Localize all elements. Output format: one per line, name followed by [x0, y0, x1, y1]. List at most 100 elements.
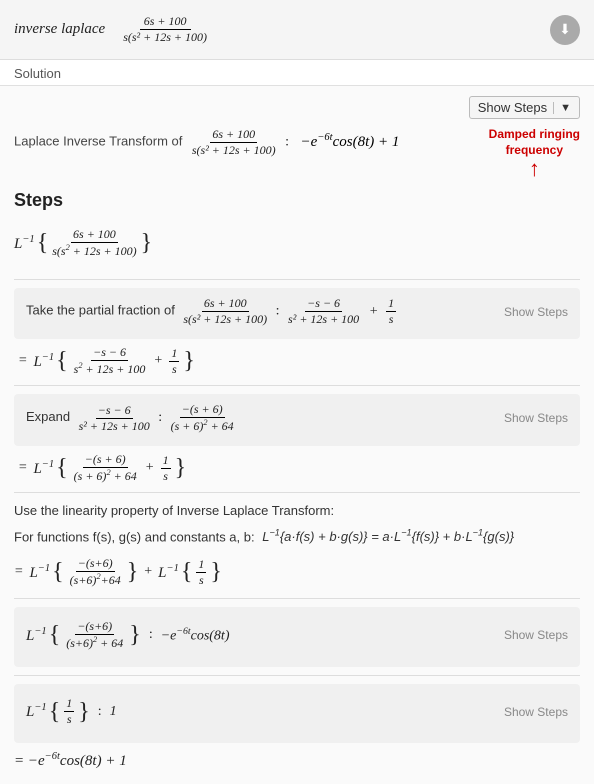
step2-frac: −s − 6 s² + 12s + 100	[77, 403, 152, 434]
show-steps-arrow-icon: ▼	[553, 102, 571, 114]
formula-fraction: 6s + 100 s(s² + 12s + 100)	[119, 14, 211, 45]
step1-eq-f2-den: s	[170, 362, 179, 377]
step0-frac-num: 6s + 100	[71, 227, 118, 243]
step2-desc: Expand −s − 6 s² + 12s + 100 : −(s + 6) …	[26, 402, 239, 434]
annotation-arrow-icon: ↑	[529, 158, 540, 180]
divider-1	[14, 279, 580, 280]
step0-block: L−1 { 6s + 100 s(s2 + 12s + 100) }	[14, 217, 580, 269]
step3-desc: L−1 { −(s+6) (s+6)2 + 64 } : −e−6tcos(8t…	[26, 619, 504, 651]
step2-desc-prefix: Expand	[26, 409, 70, 424]
download-icon: ⬇	[559, 21, 571, 38]
step2-L: L−1	[33, 459, 54, 478]
step3-frac-den: (s+6)2 + 64	[64, 635, 125, 651]
linearity-result-row: = L−1 { −(s+6) (s+6)2+64 } + L−1 { 1 s }	[14, 556, 580, 588]
annotation-box: Damped ringing frequency ↑	[489, 127, 580, 180]
step3-brace-close: }	[129, 623, 141, 647]
step4-card: L−1 { 1 s } : 1 Show Steps	[14, 684, 580, 743]
step1-result-frac2: 1 s	[386, 296, 396, 327]
step2-colon: :	[158, 410, 162, 425]
lin-brace2-close: }	[210, 560, 222, 584]
step4-colon: :	[98, 704, 102, 720]
step3-frac: −(s+6) (s+6)2 + 64	[64, 619, 125, 651]
linearity-desc-row: For functions f(s), g(s) and constants a…	[14, 526, 580, 548]
step2-result-frac: −(s + 6) (s + 6)2 + 64	[169, 402, 236, 434]
step2-header: Expand −s − 6 s² + 12s + 100 : −(s + 6) …	[26, 402, 568, 434]
step3-card: L−1 { −(s+6) (s+6)2 + 64 } : −e−6tcos(8t…	[14, 607, 580, 667]
laplace-prefix-text: Laplace Inverse Transform of	[14, 134, 182, 149]
step4-result: 1	[110, 704, 117, 720]
step3-header: L−1 { −(s+6) (s+6)2 + 64 } : −e−6tcos(8t…	[26, 615, 568, 655]
step2-result-row: = L−1 { −(s + 6) (s + 6)2 + 64 + 1 s }	[18, 452, 580, 484]
divider-5	[14, 675, 580, 676]
linearity-desc-text: For functions f(s), g(s) and constants a…	[14, 529, 255, 544]
laplace-result-row: Laplace Inverse Transform of 6s + 100 s(…	[14, 127, 580, 180]
step3-brace-open: {	[49, 623, 61, 647]
step1-r-num: −s − 6	[305, 296, 342, 312]
step4-header: L−1 { 1 s } : 1 Show Steps	[26, 692, 568, 731]
laplace-frac-den: s(s² + 12s + 100)	[190, 143, 278, 158]
final-answer-row: = −e−6tcos(8t) + 1	[14, 751, 580, 770]
step3-result: −e−6tcos(8t)	[161, 626, 230, 645]
step4-brace-close: }	[78, 700, 90, 724]
step1-desc: Take the partial fraction of 6s + 100 s(…	[26, 296, 399, 327]
lin-L1: L−1	[29, 563, 50, 582]
step0-frac-den: s(s2 + 12s + 100)	[50, 243, 138, 259]
step4-frac: 1 s	[64, 696, 74, 727]
step2-show-steps[interactable]: Show Steps	[504, 411, 568, 425]
laplace-colon: :	[285, 135, 289, 150]
step1-eq-frac1: −s − 6 s2 + 12s + 100	[72, 345, 148, 377]
step3-show-steps[interactable]: Show Steps	[504, 628, 568, 642]
step1-header: Take the partial fraction of 6s + 100 s(…	[26, 296, 568, 327]
lin-plus: +	[144, 564, 152, 580]
divider-3	[14, 492, 580, 493]
laplace-result-left: Laplace Inverse Transform of 6s + 100 s(…	[14, 127, 399, 158]
laplace-result-math: −e−6tcos(8t) + 1	[301, 134, 400, 150]
final-answer-text: = −e−6tcos(8t) + 1	[14, 751, 127, 770]
step0-equation: L−1 { 6s + 100 s(s2 + 12s + 100) }	[14, 227, 580, 259]
step0-frac: 6s + 100 s(s2 + 12s + 100)	[50, 227, 138, 259]
step1-show-steps[interactable]: Show Steps	[504, 305, 568, 319]
step2-eq-f2-den: s	[161, 469, 170, 484]
step4-frac-den: s	[65, 712, 74, 727]
download-button[interactable]: ⬇	[550, 15, 580, 45]
step0-L: L−1	[14, 234, 35, 253]
lin-eq-sign: =	[14, 564, 23, 580]
step2-eq-frac1: −(s + 6) (s + 6)2 + 64	[72, 452, 139, 484]
step0-brace-close: }	[141, 231, 153, 255]
lin-frac1: −(s+6) (s+6)2+64	[68, 556, 123, 588]
lin-brace1-open: {	[52, 560, 64, 584]
divider-4	[14, 598, 580, 599]
linearity-block: Use the linearity property of Inverse La…	[14, 501, 580, 548]
step1-r-den: s² + 12s + 100	[286, 312, 361, 327]
step1-eq-plus: +	[154, 353, 162, 369]
divider-2	[14, 385, 580, 386]
step1-result-row: = L−1 { −s − 6 s2 + 12s + 100 + 1 s }	[18, 345, 580, 377]
formula-den: s(s² + 12s + 100)	[119, 30, 211, 45]
show-steps-row: Show Steps ▼	[14, 96, 580, 119]
step1-eq-f2-num: 1	[169, 346, 179, 362]
step2-eq-sign: =	[18, 460, 27, 476]
step2-frac-num: −s − 6	[96, 403, 133, 419]
step1-eq-f1-num: −s − 6	[91, 345, 128, 361]
step4-brace-open: {	[49, 700, 61, 724]
step1-colon: :	[276, 304, 280, 319]
step1-card: Take the partial fraction of 6s + 100 s(…	[14, 288, 580, 339]
lin-f1-den: (s+6)2+64	[68, 572, 123, 588]
formula-num: 6s + 100	[140, 14, 191, 30]
step1-r2-den: s	[387, 312, 396, 327]
step2-eq-f1-num: −(s + 6)	[83, 452, 128, 468]
linearity-formula-math: L−1{a·f(s) + b·g(s)} = a·L−1{f(s)} + b·L…	[262, 529, 514, 544]
step4-show-steps[interactable]: Show Steps	[504, 705, 568, 719]
solution-label: Solution	[0, 60, 594, 86]
lin-f2-den: s	[197, 573, 206, 588]
annotation-line1: Damped ringing	[489, 127, 580, 143]
step1-L: L−1	[33, 352, 54, 371]
top-bar: inverse laplace 6s + 100 s(s² + 12s + 10…	[0, 0, 594, 60]
show-steps-button[interactable]: Show Steps ▼	[469, 96, 580, 119]
laplace-frac: 6s + 100 s(s² + 12s + 100)	[190, 127, 278, 158]
step2-eq-f2-num: 1	[161, 453, 171, 469]
step2-r-den: (s + 6)2 + 64	[169, 418, 236, 434]
show-steps-label: Show Steps	[478, 100, 547, 115]
steps-header: Steps	[14, 190, 580, 211]
step1-frac: 6s + 100 s(s² + 12s + 100)	[181, 296, 269, 327]
